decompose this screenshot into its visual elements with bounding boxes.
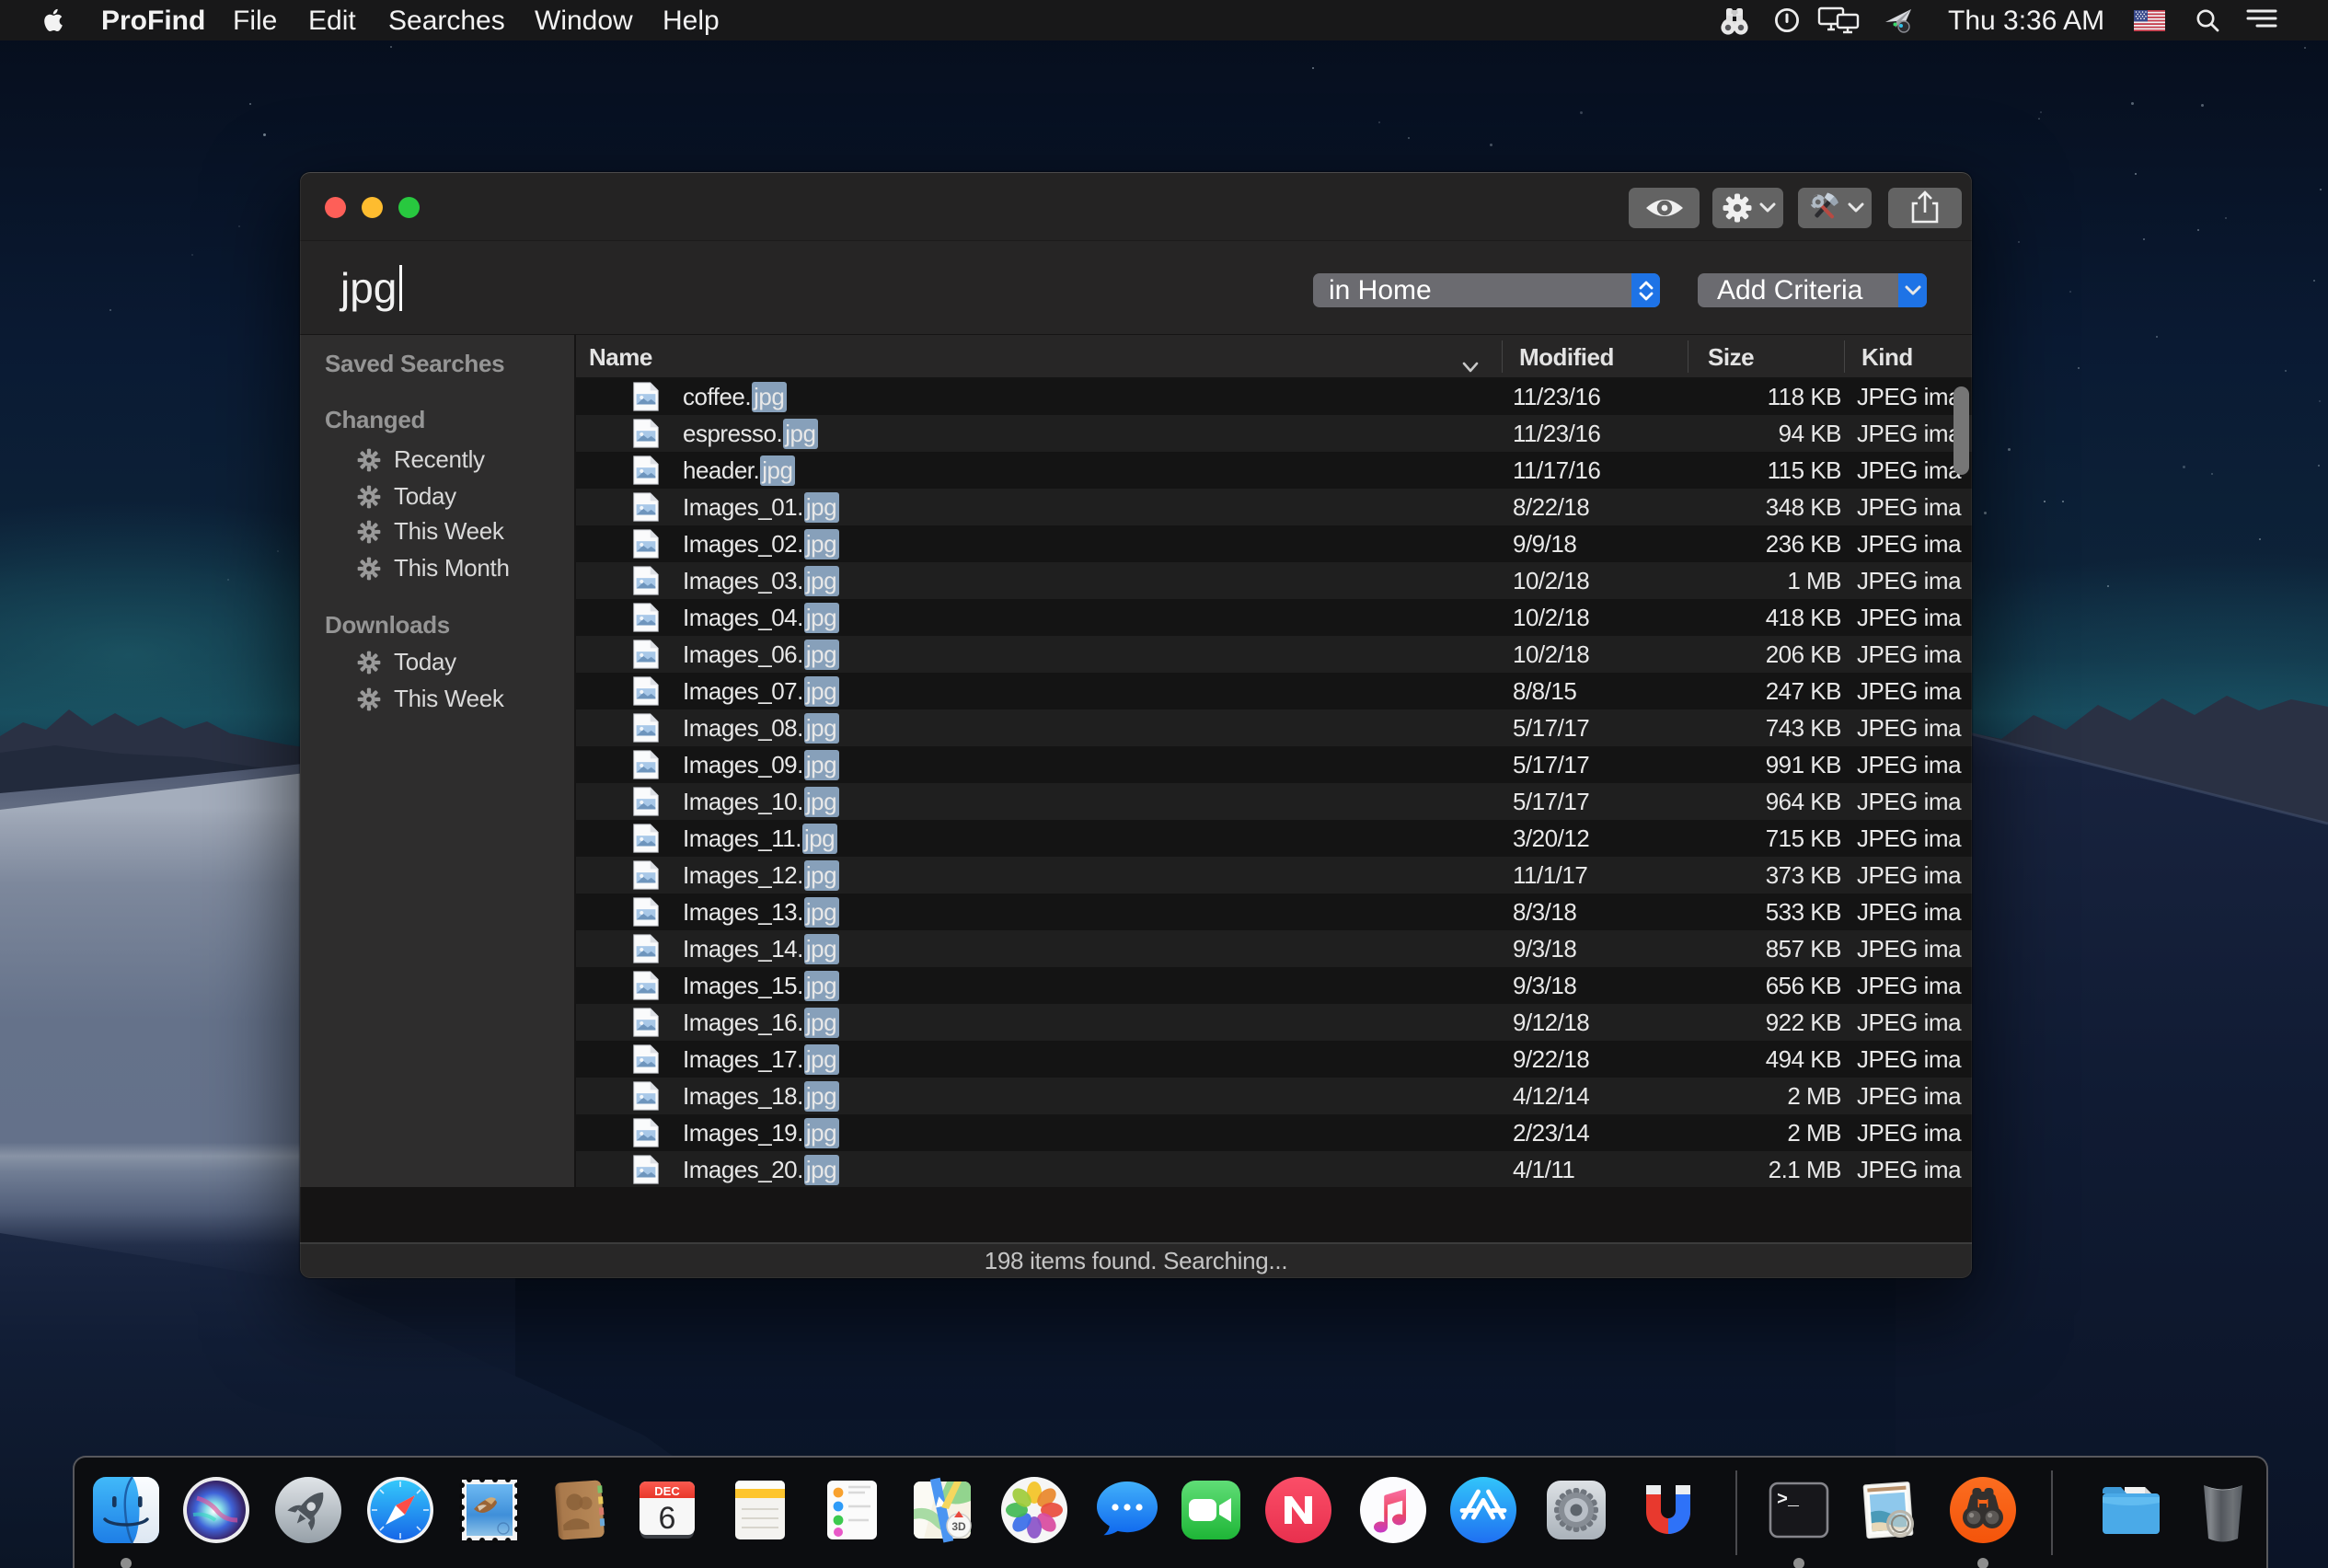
- svg-text:DEC: DEC: [654, 1484, 680, 1498]
- svg-text:3D: 3D: [951, 1520, 966, 1533]
- svg-text:6: 6: [659, 1501, 676, 1536]
- svg-text:>_: >_: [1777, 1490, 1800, 1511]
